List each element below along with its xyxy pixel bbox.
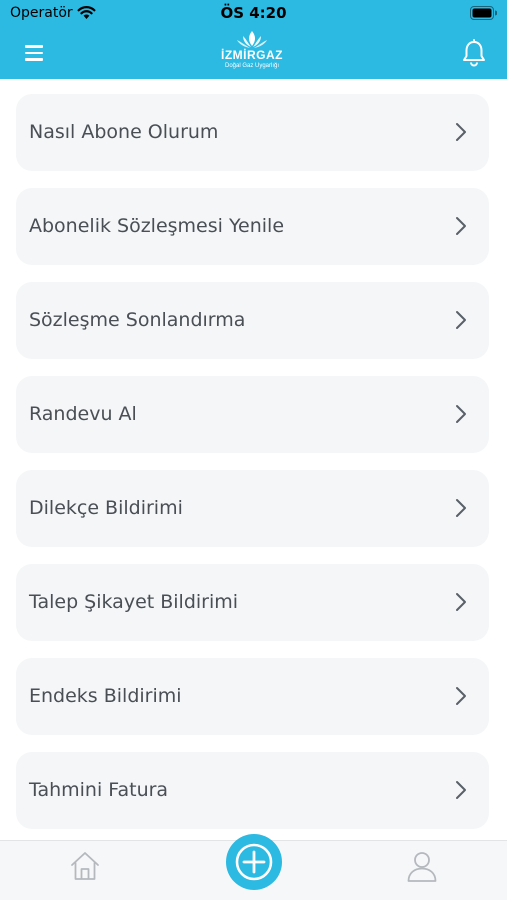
menu-item-dilekce-bildirimi[interactable]: Dilekçe Bildirimi — [16, 470, 489, 547]
chevron-right-icon — [456, 687, 466, 705]
menu-item-abonelik-sozlesmesi-yenile[interactable]: Abonelik Sözleşmesi Yenile — [16, 188, 489, 265]
hamburger-menu-icon — [25, 45, 43, 48]
battery-icon — [470, 6, 497, 20]
menu-button[interactable] — [20, 40, 48, 66]
menu-item-nasil-abone-olurum[interactable]: Nasıl Abone Olurum — [16, 94, 489, 171]
chevron-right-icon — [456, 405, 466, 423]
logo-subtitle: Doğal Gaz Uygarlığı — [224, 63, 280, 69]
menu-item-label: Dilekçe Bildirimi — [29, 497, 183, 519]
chevron-right-icon — [456, 217, 466, 235]
menu-item-talep-sikayet-bildirimi[interactable]: Talep Şikayet Bildirimi — [16, 564, 489, 641]
menu-item-label: Randevu Al — [29, 403, 137, 425]
flame-logo-icon — [237, 31, 267, 48]
menu-item-randevu-al[interactable]: Randevu Al — [16, 376, 489, 453]
status-time: ÖS 4:20 — [220, 4, 287, 22]
hamburger-menu-line — [25, 51, 43, 55]
menu-item-tahmini-fatura[interactable]: Tahmini Fatura — [16, 752, 489, 829]
menu-item-label: Tahmini Fatura — [29, 779, 169, 801]
chevron-right-icon — [456, 311, 466, 329]
bell-icon[interactable] — [461, 39, 487, 67]
menu-item-label: Nasıl Abone Olurum — [29, 121, 219, 143]
chevron-right-icon — [456, 123, 466, 141]
chevron-right-icon — [456, 593, 466, 611]
menu-item-label: Endeks Bildirimi — [29, 685, 182, 707]
add-button[interactable] — [226, 834, 282, 890]
logo-text: İZMİRGAZ — [221, 48, 283, 62]
menu-item-label: Abonelik Sözleşmesi Yenile — [29, 215, 285, 237]
user-icon[interactable] — [405, 849, 439, 883]
app-screen: Operatör ÖS 4:20 İZMİRGAZ Doğal Gaz Uyga… — [0, 0, 507, 900]
menu-item-label: Sözleşme Sonlandırma — [29, 309, 246, 331]
menu-item-sozlesme-sonlandirma[interactable]: Sözleşme Sonlandırma — [16, 282, 489, 359]
izmirgaz-logo: İZMİRGAZ Doğal Gaz Uygarlığı — [212, 29, 292, 77]
status-bar: Operatör ÖS 4:20 — [0, 0, 507, 26]
hamburger-menu-line — [25, 58, 43, 61]
menu-item-label: Talep Şikayet Bildirimi — [29, 591, 239, 613]
chevron-right-icon — [456, 781, 466, 799]
navigation-bar: İZMİRGAZ Doğal Gaz Uygarlığı — [0, 26, 507, 79]
service-menu-list: Nasıl Abone Olurum Abonelik Sözleşmesi Y… — [0, 79, 507, 839]
header-bar: Operatör ÖS 4:20 İZMİRGAZ Doğal Gaz Uyga… — [0, 0, 507, 79]
chevron-right-icon — [456, 499, 466, 517]
plus-circle-icon — [235, 843, 273, 881]
home-icon[interactable] — [68, 849, 102, 883]
menu-item-endeks-bildirimi[interactable]: Endeks Bildirimi — [16, 658, 489, 735]
